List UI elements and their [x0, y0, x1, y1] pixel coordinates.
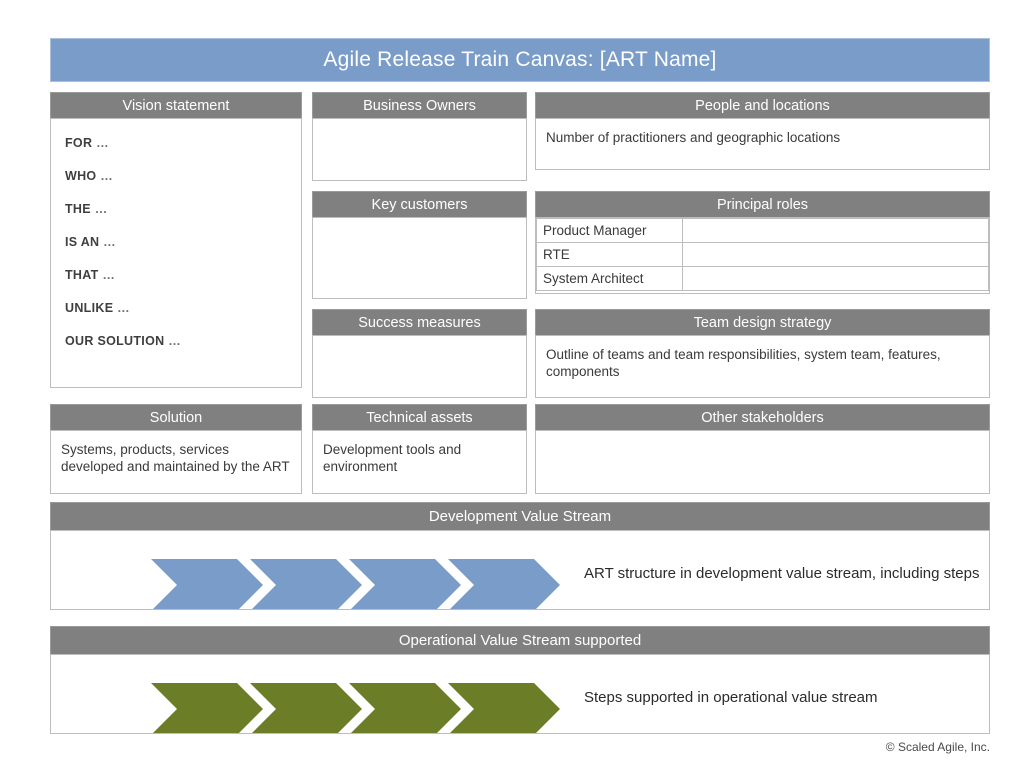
principal-roles-table: Product Manager RTE System Architect: [536, 218, 989, 291]
development-chevron-step[interactable]: [250, 559, 362, 609]
panel-business-owners-body[interactable]: [312, 118, 527, 181]
table-row: System Architect: [536, 266, 989, 291]
role-name-cell: System Architect: [536, 266, 683, 291]
panel-development-value-stream: Development Value Stream ART structure i…: [50, 502, 990, 610]
role-value-cell[interactable]: [682, 266, 989, 291]
panel-other-stakeholders: Other stakeholders: [535, 404, 990, 494]
panel-key-customers-title: Key customers: [312, 191, 527, 217]
panel-principal-roles-body: Product Manager RTE System Architect: [535, 217, 990, 294]
canvas-title-bar: Agile Release Train Canvas: [ART Name]: [50, 38, 990, 82]
panel-technical-assets-body[interactable]: Development tools and environment: [312, 430, 527, 494]
operational-chevron-step[interactable]: [250, 683, 362, 733]
vision-line-label: WHO: [65, 169, 97, 183]
panel-solution-title: Solution: [50, 404, 302, 430]
panel-key-customers: Key customers: [312, 191, 527, 299]
vision-line-ellipsis: …: [100, 169, 114, 183]
page-title: Agile Release Train Canvas: [ART Name]: [323, 48, 717, 71]
vision-line: IS AN …: [65, 234, 301, 251]
vision-line: WHO …: [65, 168, 301, 185]
operational-chevron-row: [151, 683, 560, 733]
vision-line: UNLIKE …: [65, 300, 301, 317]
panel-success-measures-body[interactable]: [312, 335, 527, 398]
development-value-stream-caption: ART structure in development value strea…: [584, 565, 980, 582]
vision-line-ellipsis: …: [102, 268, 116, 282]
panel-development-value-stream-body: ART structure in development value strea…: [50, 530, 990, 610]
vision-line: FOR …: [65, 135, 301, 152]
panel-people-and-locations-body[interactable]: Number of practitioners and geographic l…: [535, 118, 990, 170]
vision-line-label: THE: [65, 202, 91, 216]
panel-other-stakeholders-body[interactable]: [535, 430, 990, 494]
panel-solution-body[interactable]: Systems, products, services developed an…: [50, 430, 302, 494]
role-value-cell[interactable]: [682, 218, 989, 243]
panel-technical-assets: Technical assets Development tools and e…: [312, 404, 527, 494]
vision-line-ellipsis: …: [103, 235, 116, 249]
panel-technical-assets-title: Technical assets: [312, 404, 527, 430]
panel-operational-value-stream-body: Steps supported in operational value str…: [50, 654, 990, 734]
panel-team-design-strategy: Team design strategy Outline of teams an…: [535, 309, 990, 398]
development-chevron-step[interactable]: [151, 559, 263, 609]
operational-value-stream-caption: Steps supported in operational value str…: [584, 689, 878, 706]
role-name-cell: RTE: [536, 242, 683, 267]
panel-key-customers-body[interactable]: [312, 217, 527, 299]
operational-chevron-step[interactable]: [349, 683, 461, 733]
development-chevron-step[interactable]: [349, 559, 461, 609]
vision-line-ellipsis: …: [94, 202, 108, 216]
panel-people-and-locations: People and locations Number of practitio…: [535, 92, 990, 170]
vision-line: THAT …: [65, 267, 301, 284]
role-name-cell: Product Manager: [536, 218, 683, 243]
panel-solution: Solution Systems, products, services dev…: [50, 404, 302, 494]
panel-principal-roles: Principal roles Product Manager RTE Syst…: [535, 191, 990, 294]
vision-line-label: FOR: [65, 136, 93, 150]
panel-success-measures: Success measures: [312, 309, 527, 398]
panel-operational-value-stream-title: Operational Value Stream supported: [50, 626, 990, 654]
art-canvas-diagram: Agile Release Train Canvas: [ART Name] V…: [0, 0, 1024, 777]
development-chevron-row: [151, 559, 560, 609]
panel-other-stakeholders-title: Other stakeholders: [535, 404, 990, 430]
panel-business-owners-title: Business Owners: [312, 92, 527, 118]
role-value-cell[interactable]: [682, 242, 989, 267]
vision-line-ellipsis: …: [168, 334, 182, 348]
panel-success-measures-title: Success measures: [312, 309, 527, 335]
vision-line: THE …: [65, 201, 301, 218]
vision-line-ellipsis: …: [96, 136, 109, 150]
development-chevron-step[interactable]: [448, 559, 560, 609]
panel-team-design-strategy-title: Team design strategy: [535, 309, 990, 335]
panel-principal-roles-title: Principal roles: [535, 191, 990, 217]
panel-vision-statement-title: Vision statement: [50, 92, 302, 118]
vision-line-ellipsis: …: [117, 301, 130, 315]
panel-operational-value-stream: Operational Value Stream supported Steps…: [50, 626, 990, 734]
vision-line-label: IS AN: [65, 235, 100, 249]
panel-vision-statement: Vision statement FOR … WHO … THE … IS AN…: [50, 92, 302, 388]
panel-team-design-strategy-body[interactable]: Outline of teams and team responsibiliti…: [535, 335, 990, 398]
panel-development-value-stream-title: Development Value Stream: [50, 502, 990, 530]
vision-line-label: OUR SOLUTION: [65, 334, 165, 348]
panel-business-owners: Business Owners: [312, 92, 527, 181]
panel-vision-statement-body: FOR … WHO … THE … IS AN … THAT … UNLIKE …: [50, 118, 302, 388]
operational-chevron-step[interactable]: [448, 683, 560, 733]
table-row: RTE: [536, 242, 989, 267]
vision-line: OUR SOLUTION …: [65, 333, 301, 350]
vision-line-label: THAT: [65, 268, 99, 282]
operational-chevron-step[interactable]: [151, 683, 263, 733]
vision-line-label: UNLIKE: [65, 301, 114, 315]
table-row: Product Manager: [536, 218, 989, 243]
copyright-notice: © Scaled Agile, Inc.: [885, 740, 990, 754]
panel-people-and-locations-title: People and locations: [535, 92, 990, 118]
